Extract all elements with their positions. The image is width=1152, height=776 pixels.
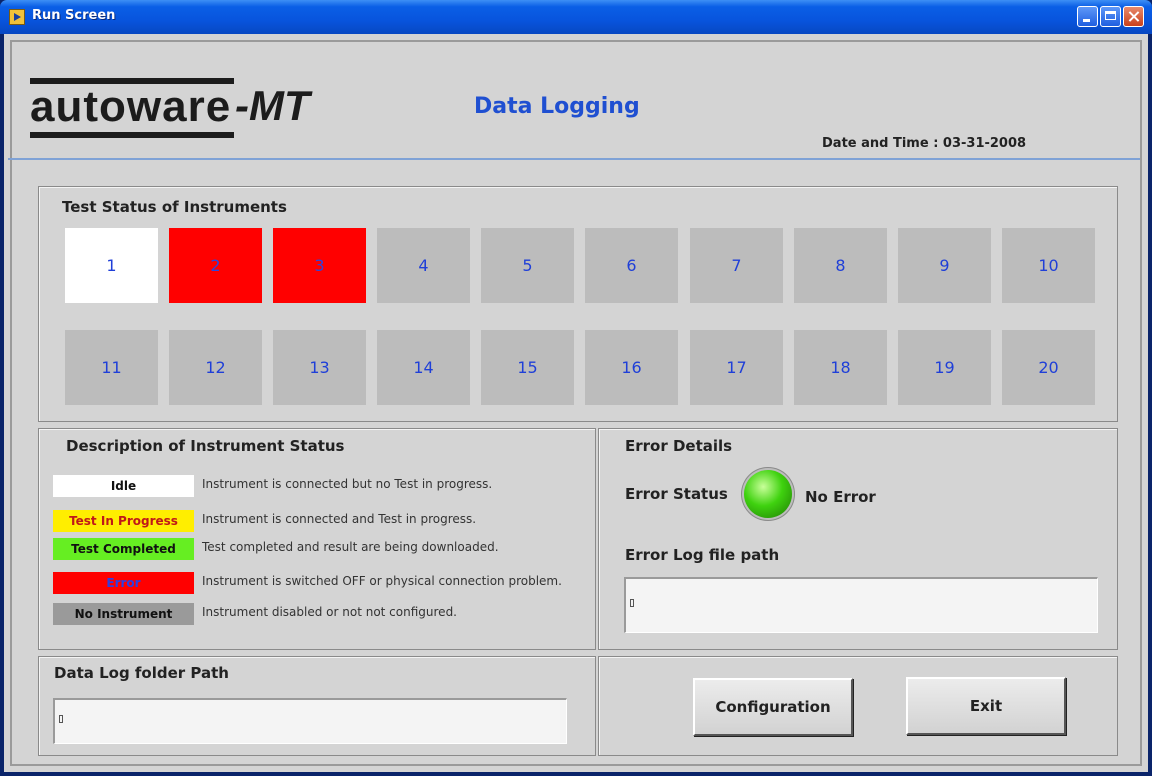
- window-title: Run Screen: [32, 8, 116, 23]
- legend-swatch-no-instrument: No Instrument: [53, 603, 194, 625]
- legend-swatch-idle: Idle: [53, 475, 194, 497]
- instrument-indicator-14: 14: [377, 330, 470, 405]
- legend-description: Instrument is connected but no Test in p…: [202, 477, 493, 491]
- instrument-indicator-12: 12: [169, 330, 262, 405]
- instrument-indicator-10: 10: [1002, 228, 1095, 303]
- path-browse-icon: [630, 599, 634, 607]
- instrument-indicator-5: 5: [481, 228, 574, 303]
- description-title: Description of Instrument Status: [66, 437, 345, 455]
- instrument-indicator-17: 17: [690, 330, 783, 405]
- close-button[interactable]: [1123, 6, 1144, 27]
- instrument-indicator-8: 8: [794, 228, 887, 303]
- instrument-indicator-6: 6: [585, 228, 678, 303]
- instrument-indicator-15: 15: [481, 330, 574, 405]
- instrument-indicator-19: 19: [898, 330, 991, 405]
- error-details-title: Error Details: [625, 437, 733, 455]
- error-status-value: No Error: [805, 488, 876, 506]
- logo-bottom-bar: [30, 132, 234, 138]
- legend-swatch-error: Error: [53, 572, 194, 594]
- legend-description: Instrument disabled or not not configure…: [202, 605, 457, 619]
- instrument-indicator-3: 3: [273, 228, 366, 303]
- instrument-indicator-1: 1: [65, 228, 158, 303]
- autoware-logo: autoware -MT: [30, 76, 350, 138]
- instrument-indicator-7: 7: [690, 228, 783, 303]
- test-status-title: Test Status of Instruments: [62, 198, 287, 216]
- legend-swatch-test-in-progress: Test In Progress: [53, 510, 194, 532]
- error-status-label: Error Status: [625, 485, 728, 503]
- legend-description: Test completed and result are being down…: [202, 540, 499, 554]
- error-status-led: [744, 470, 792, 518]
- instrument-indicator-16: 16: [585, 330, 678, 405]
- logo-word: autoware: [30, 82, 232, 131]
- instrument-indicator-2: 2: [169, 228, 262, 303]
- minimize-button[interactable]: [1077, 6, 1098, 27]
- logo-suffix: -MT: [235, 82, 310, 129]
- maximize-button[interactable]: [1100, 6, 1121, 27]
- data-log-title: Data Log folder Path: [54, 664, 229, 682]
- data-log-path-field[interactable]: [53, 698, 567, 744]
- instrument-indicator-4: 4: [377, 228, 470, 303]
- instrument-indicator-9: 9: [898, 228, 991, 303]
- path-browse-icon: [59, 715, 63, 723]
- instrument-indicator-11: 11: [65, 330, 158, 405]
- date-time-label: Date and Time : 03-31-2008: [822, 136, 1027, 151]
- legend-swatch-test-completed: Test Completed: [53, 538, 194, 560]
- legend-description: Instrument is switched OFF or physical c…: [202, 574, 562, 588]
- instrument-indicator-20: 20: [1002, 330, 1095, 405]
- instrument-indicator-13: 13: [273, 330, 366, 405]
- legend-description: Instrument is connected and Test in prog…: [202, 512, 477, 526]
- configuration-button[interactable]: Configuration: [693, 678, 853, 736]
- page-title: Data Logging: [474, 94, 640, 119]
- labview-app-icon: [9, 9, 25, 25]
- error-log-path-field[interactable]: [624, 577, 1098, 633]
- instrument-indicator-18: 18: [794, 330, 887, 405]
- title-bar: Run Screen: [0, 0, 1152, 34]
- error-log-path-label: Error Log file path: [625, 546, 780, 564]
- header-divider: [8, 158, 1140, 160]
- exit-button[interactable]: Exit: [906, 677, 1066, 735]
